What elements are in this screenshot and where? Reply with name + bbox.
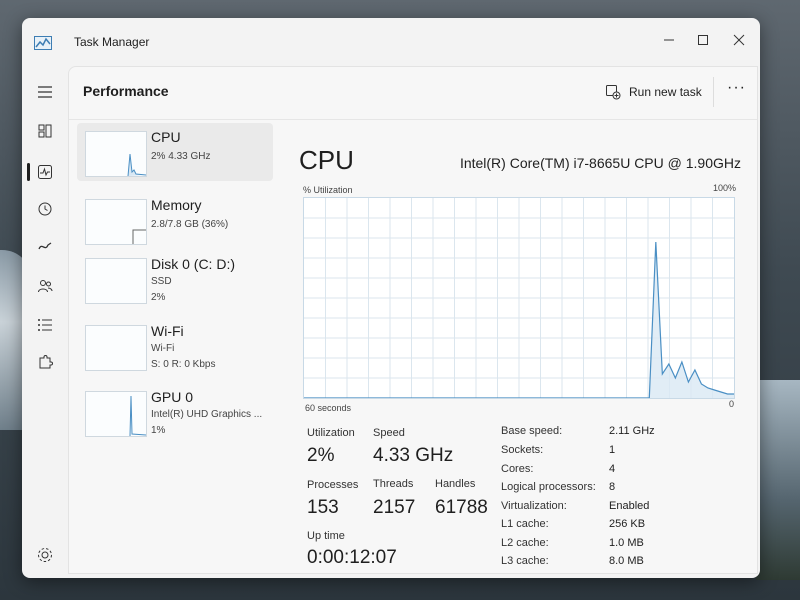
- gear-icon: [38, 548, 52, 562]
- hamburger-icon: [38, 86, 52, 98]
- task-manager-app-icon: [34, 36, 52, 50]
- cpu-model-name: Intel(R) Core(TM) i7-8665U CPU @ 1.90GHz: [459, 155, 741, 171]
- graph-x-end: 0: [729, 399, 735, 409]
- run-new-task-button[interactable]: Run new task: [605, 79, 702, 105]
- prop-label-logical-processors: Logical processors:: [501, 481, 596, 493]
- gpu-thumbnail: [85, 391, 147, 437]
- device-wifi[interactable]: Wi-Fi Wi-Fi S: 0 R: 0 Kbps: [77, 317, 273, 375]
- nav-details[interactable]: [30, 311, 60, 339]
- device-name: Memory: [151, 197, 202, 213]
- minimize-button[interactable]: [652, 26, 686, 54]
- device-detail: 2.8/7.8 GB (36%): [151, 219, 229, 230]
- device-memory[interactable]: Memory 2.8/7.8 GB (36%): [77, 191, 273, 249]
- device-disk[interactable]: Disk 0 (C: D:) SSD 2%: [77, 250, 273, 308]
- run-task-icon: [606, 85, 621, 100]
- device-usage: 2%: [151, 292, 166, 303]
- prop-value-base-speed: 2.11 GHz: [609, 425, 655, 437]
- prop-value-sockets: 1: [609, 444, 616, 456]
- graph-x-label: 60 seconds: [305, 403, 352, 413]
- uptime-value: 0:00:12:07: [307, 547, 397, 568]
- users-icon: [38, 280, 53, 293]
- device-name: CPU: [151, 129, 181, 145]
- cpu-thumbnail-graph: [127, 153, 147, 177]
- prop-label-virtualization: Virtualization:: [501, 500, 567, 512]
- device-gpu[interactable]: GPU 0 Intel(R) UHD Graphics ... 1%: [77, 383, 273, 441]
- device-name: Disk 0 (C: D:): [151, 256, 235, 272]
- desktop-wallpaper-right: [756, 380, 800, 580]
- prop-label-l2-cache: L2 cache:: [501, 537, 549, 549]
- prop-label-base-speed: Base speed:: [501, 425, 563, 437]
- speed-label: Speed: [373, 427, 405, 439]
- device-cpu[interactable]: CPU 2% 4.33 GHz: [77, 123, 273, 181]
- command-bar-separator: [713, 77, 714, 107]
- more-options-button[interactable]: ···: [727, 79, 746, 97]
- graph-y-label: % Utilization: [303, 185, 353, 195]
- device-detail: Wi-Fi: [151, 343, 175, 354]
- device-throughput: S: 0 R: 0 Kbps: [151, 359, 216, 370]
- speed-value: 4.33 GHz: [373, 445, 454, 466]
- threads-label: Threads: [373, 478, 414, 490]
- title-bar: Task Manager: [22, 18, 760, 66]
- device-detail: 2% 4.33 GHz: [151, 151, 211, 162]
- window-title: Task Manager: [74, 35, 150, 49]
- nav-startup-apps[interactable]: [30, 233, 60, 261]
- close-button[interactable]: [722, 26, 756, 54]
- cpu-utilization-svg: [304, 198, 734, 399]
- cpu-utilization-graph: [303, 197, 735, 399]
- handles-value: 61788: [435, 497, 488, 518]
- prop-value-l1-cache: 256 KB: [609, 518, 646, 530]
- processes-value: 153: [307, 497, 339, 518]
- device-name: Wi-Fi: [151, 323, 184, 339]
- device-usage: 1%: [151, 425, 166, 436]
- threads-value: 2157: [373, 497, 416, 518]
- minimize-icon: [664, 39, 674, 41]
- history-icon: [38, 202, 52, 216]
- prop-value-cores: 4: [609, 463, 616, 475]
- memory-thumbnail: [85, 199, 147, 245]
- prop-value-l3-cache: 8.0 MB: [609, 555, 644, 567]
- details-list-icon: [38, 319, 52, 331]
- nav-processes[interactable]: [30, 117, 60, 145]
- nav-services[interactable]: [30, 349, 60, 377]
- prop-value-l2-cache: 1.0 MB: [609, 537, 644, 549]
- nav-performance[interactable]: [30, 158, 60, 186]
- prop-value-virtualization: Enabled: [609, 500, 650, 512]
- processes-icon: [38, 124, 52, 138]
- prop-label-cores: Cores:: [501, 463, 534, 475]
- performance-panel: Performance Run new task ··· CPU 2% 4.33…: [68, 66, 758, 574]
- settings-button[interactable]: [36, 546, 56, 566]
- nav-users[interactable]: [30, 272, 60, 300]
- uptime-label: Up time: [307, 530, 345, 542]
- prop-label-sockets: Sockets:: [501, 444, 544, 456]
- wifi-thumbnail: [85, 325, 147, 371]
- nav-app-history[interactable]: [30, 195, 60, 223]
- device-name: GPU 0: [151, 389, 194, 405]
- gpu-thumbnail-graph: [129, 395, 147, 437]
- maximize-icon: [698, 35, 708, 45]
- memory-thumbnail-graph: [132, 229, 146, 244]
- device-detail: Intel(R) UHD Graphics ...: [151, 409, 263, 420]
- handles-label: Handles: [435, 478, 476, 490]
- prop-label-l1-cache: L1 cache:: [501, 518, 549, 530]
- performance-icon: [38, 165, 52, 179]
- utilization-value: 2%: [307, 445, 335, 466]
- processes-label: Processes: [307, 479, 359, 491]
- utilization-label: Utilization: [307, 427, 355, 439]
- startup-icon: [38, 242, 52, 250]
- cpu-thumbnail: [85, 131, 147, 177]
- task-manager-window: Task Manager Performance Run new task ··…: [22, 18, 760, 578]
- prop-label-l3-cache: L3 cache:: [501, 555, 549, 567]
- detail-title: CPU: [299, 145, 354, 175]
- services-puzzle-icon: [39, 355, 53, 369]
- menu-button[interactable]: [30, 78, 60, 106]
- graph-y-max: 100%: [713, 183, 737, 193]
- run-new-task-label: Run new task: [629, 85, 702, 99]
- page-title: Performance: [83, 83, 169, 99]
- disk-thumbnail: [85, 258, 147, 304]
- device-detail: SSD: [151, 276, 172, 287]
- maximize-button[interactable]: [686, 26, 720, 54]
- close-icon: [733, 34, 745, 46]
- header-divider: [69, 119, 757, 120]
- prop-value-logical-processors: 8: [609, 481, 616, 493]
